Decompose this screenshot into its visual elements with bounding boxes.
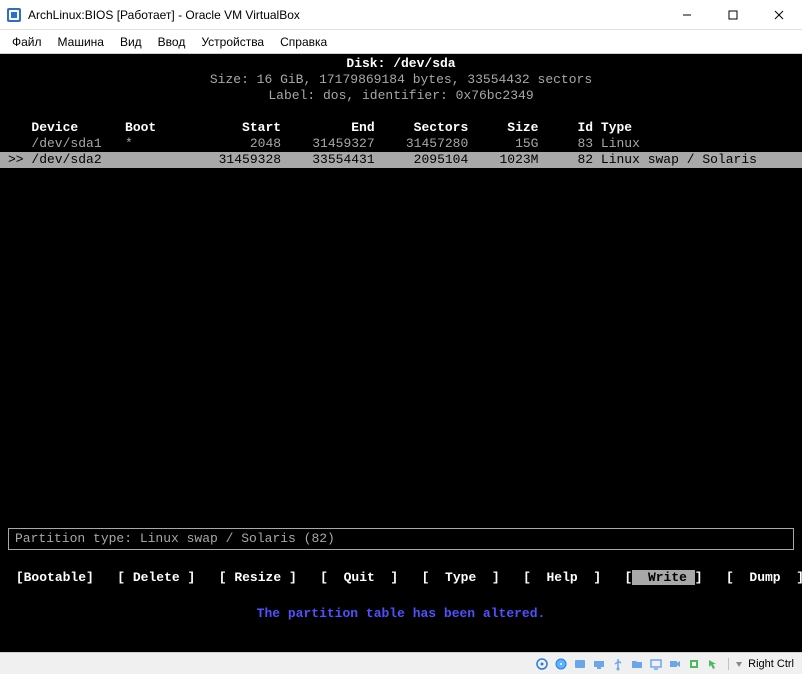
partition-info-box: Partition type: Linux swap / Solaris (82… <box>8 528 794 550</box>
status-message: The partition table has been altered. <box>0 606 802 622</box>
partition-row-1[interactable]: >> /dev/sda2 31459328 33554431 2095104 1… <box>0 152 802 168</box>
terminal-empty-space <box>0 168 802 528</box>
partition-header-row: Device Boot Start End Sectors Size Id Ty… <box>0 120 802 136</box>
menu-devices[interactable]: Устройства <box>193 33 272 51</box>
host-key-indicator[interactable]: Right Ctrl <box>728 658 798 670</box>
action-delete[interactable]: [ Delete ] <box>117 570 195 585</box>
partition-rows: /dev/sda1 * 2048 31459327 31457280 15G 8… <box>0 136 802 168</box>
action-dump[interactable]: [ Dump ] <box>726 570 802 585</box>
hdd-icon[interactable] <box>534 656 550 672</box>
usb-icon[interactable] <box>610 656 626 672</box>
action-bootable[interactable]: [Bootable] <box>16 570 94 585</box>
action-help[interactable]: [ Help ] <box>523 570 601 585</box>
status-bar: Right Ctrl <box>0 652 802 674</box>
close-button[interactable] <box>756 0 802 30</box>
window-title: ArchLinux:BIOS [Работает] - Oracle VM Vi… <box>28 8 664 22</box>
action-buttons-row: [Bootable] [ Delete ] [ Resize ] [ Quit … <box>0 566 802 590</box>
action-type[interactable]: [ Type ] <box>422 570 500 585</box>
window-controls <box>664 0 802 29</box>
partition-row-0[interactable]: /dev/sda1 * 2048 31459327 31457280 15G 8… <box>0 136 802 152</box>
recording-icon[interactable] <box>667 656 683 672</box>
action-quit[interactable]: [ Quit ] <box>320 570 398 585</box>
virtualbox-icon <box>6 7 22 23</box>
maximize-button[interactable] <box>710 0 756 30</box>
cpu-icon[interactable] <box>686 656 702 672</box>
down-arrow-icon <box>733 658 745 670</box>
blank-line <box>0 104 802 120</box>
disk-size-line: Size: 16 GiB, 17179869184 bytes, 3355443… <box>0 72 802 88</box>
partition-type-text: Partition type: Linux swap / Solaris (82… <box>15 531 335 546</box>
audio-icon[interactable] <box>572 656 588 672</box>
menu-machine[interactable]: Машина <box>50 33 112 51</box>
host-key-text: Right Ctrl <box>748 658 794 670</box>
action-write[interactable]: [ Write ] <box>625 570 703 585</box>
display-icon[interactable] <box>648 656 664 672</box>
network-icon[interactable] <box>591 656 607 672</box>
disk-header: Disk: /dev/sda <box>0 56 802 72</box>
terminal-screen[interactable]: Disk: /dev/sda Size: 16 GiB, 17179869184… <box>0 54 802 652</box>
disk-label-line: Label: dos, identifier: 0x76bc2349 <box>0 88 802 104</box>
menu-bar: Файл Машина Вид Ввод Устройства Справка <box>0 30 802 54</box>
menu-file[interactable]: Файл <box>4 33 50 51</box>
action-resize[interactable]: [ Resize ] <box>219 570 297 585</box>
menu-view[interactable]: Вид <box>112 33 150 51</box>
window-titlebar: ArchLinux:BIOS [Работает] - Oracle VM Vi… <box>0 0 802 30</box>
menu-input[interactable]: Ввод <box>150 33 194 51</box>
menu-help[interactable]: Справка <box>272 33 335 51</box>
shared-folder-icon[interactable] <box>629 656 645 672</box>
mouse-integration-icon[interactable] <box>705 656 721 672</box>
minimize-button[interactable] <box>664 0 710 30</box>
optical-icon[interactable] <box>553 656 569 672</box>
